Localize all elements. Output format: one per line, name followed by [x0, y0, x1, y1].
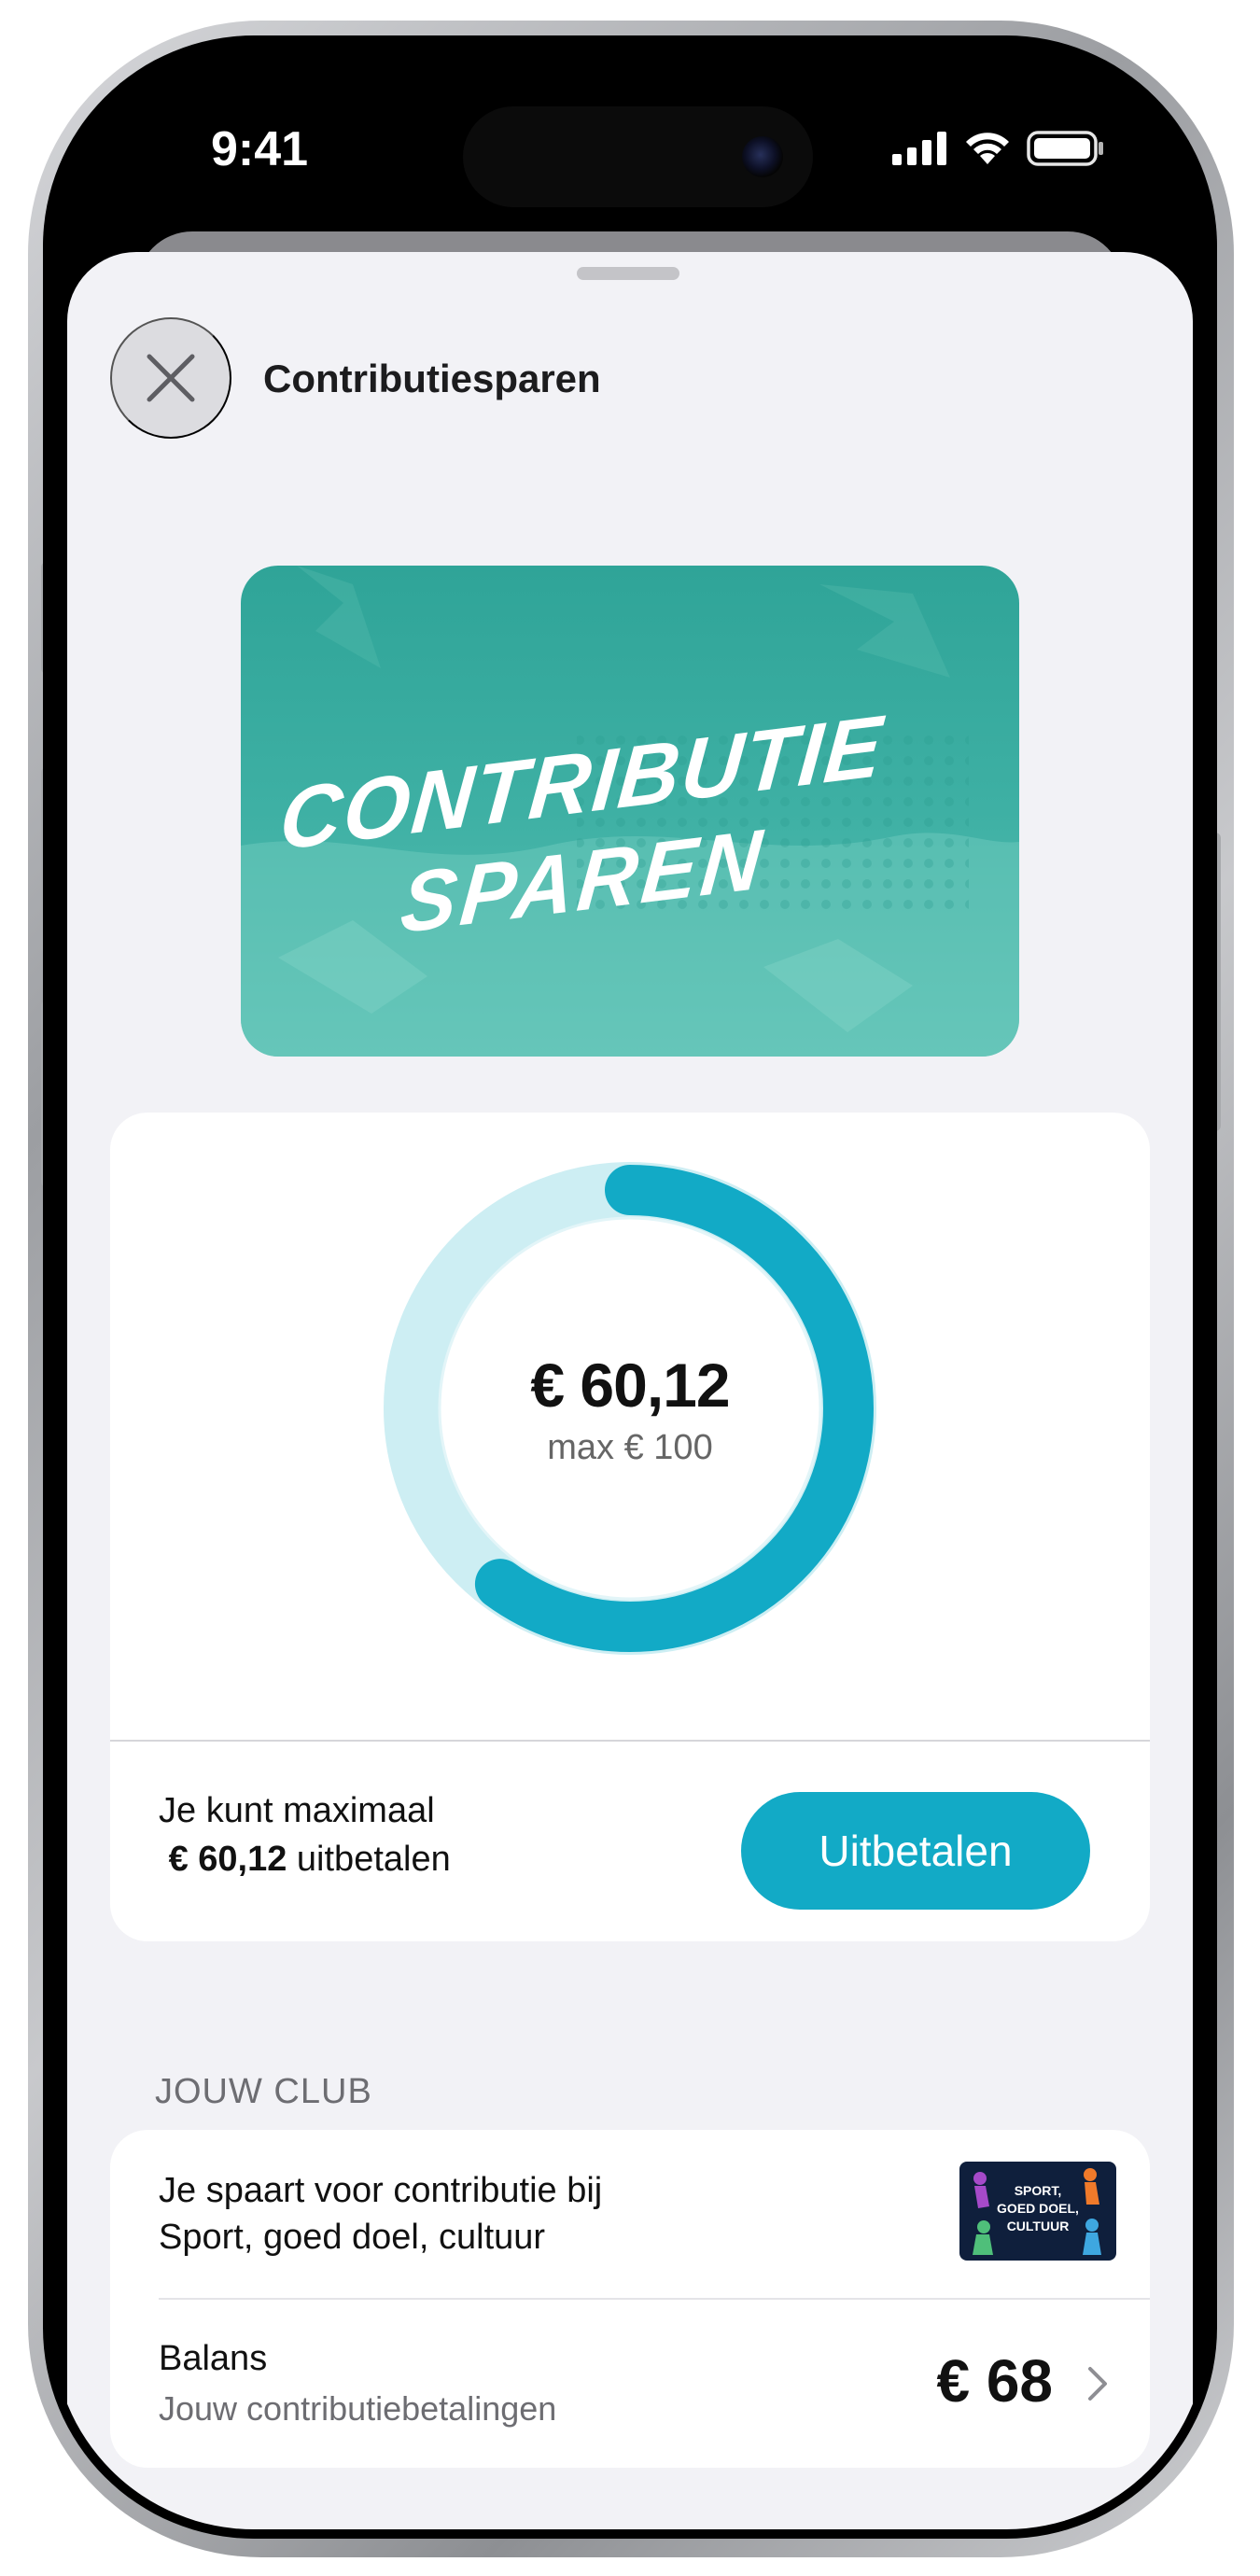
progress-ring: € 60,12 max € 100: [383, 1161, 877, 1656]
battery-icon: [1027, 131, 1103, 166]
chevron-right-icon: [1088, 2367, 1107, 2401]
front-camera: [742, 136, 783, 177]
club-logo-line-3: CULTUUR: [1006, 2219, 1070, 2233]
payout-amount: € 60,12: [168, 1840, 287, 1879]
club-logo: SPORT, GOED DOEL, CULTUUR: [959, 2162, 1116, 2261]
club-logo-line-1: SPORT,: [1014, 2183, 1062, 2198]
hero-wordmark: CONTRIBUTIE SPAREN: [276, 696, 889, 951]
dynamic-island: [463, 106, 813, 207]
sheet-grabber[interactable]: [577, 267, 679, 280]
card-divider: [110, 1740, 1150, 1742]
close-icon: [147, 354, 195, 402]
payout-info: Je kunt maximaal € 60,12 uitbetalen: [159, 1786, 451, 1883]
status-time: 9:41: [211, 122, 309, 176]
hero-banner: CONTRIBUTIE SPAREN: [241, 566, 1019, 1057]
club-row[interactable]: Je spaart voor contributie bij Sport, go…: [110, 2130, 1150, 2298]
status-bar: 9:41: [52, 45, 1208, 231]
payout-button[interactable]: Uitbetalen: [741, 1792, 1090, 1910]
phone-screen: 9:41 Contributiesparen CONTRIBUTIE SPARE…: [52, 45, 1208, 2529]
wifi-icon: [966, 133, 1009, 164]
balance-amount: € 68: [936, 2347, 1053, 2415]
balance-row[interactable]: Balans Jouw contributiebetalingen € 68: [110, 2300, 1150, 2468]
cellular-signal-icon: [892, 132, 946, 165]
saved-amount: € 60,12: [530, 1350, 730, 1420]
max-amount-label: max € 100: [547, 1427, 713, 1467]
close-button[interactable]: [110, 317, 231, 439]
section-header-club: JOUW CLUB: [155, 2072, 372, 2111]
club-line-2: Sport, goed doel, cultuur: [159, 2218, 546, 2257]
payout-line-1: Je kunt maximaal: [159, 1791, 435, 1830]
club-logo-line-2: GOED DOEL,: [997, 2201, 1079, 2216]
bottom-sheet: Contributiesparen CONTRIBUTIE SPAREN € 6…: [67, 252, 1193, 2529]
page-title: Contributiesparen: [263, 357, 601, 400]
savings-progress-card: € 60,12 max € 100 Je kunt maximaal € 60,…: [110, 1113, 1150, 1941]
status-icons: [892, 131, 1105, 166]
balance-subtitle: Jouw contributiebetalingen: [159, 2389, 557, 2428]
ring-center: € 60,12 max € 100: [383, 1161, 877, 1656]
club-description: Je spaart voor contributie bij Sport, go…: [159, 2167, 602, 2261]
balance-title: Balans: [159, 2339, 268, 2378]
payout-suffix: uitbetalen: [296, 1840, 451, 1879]
club-card: Je spaart voor contributie bij Sport, go…: [110, 2130, 1150, 2468]
club-logo-text: SPORT, GOED DOEL, CULTUUR: [959, 2182, 1116, 2235]
payout-line-2: € 60,12 uitbetalen: [159, 1835, 451, 1883]
club-line-1: Je spaart voor contributie bij: [159, 2171, 603, 2210]
